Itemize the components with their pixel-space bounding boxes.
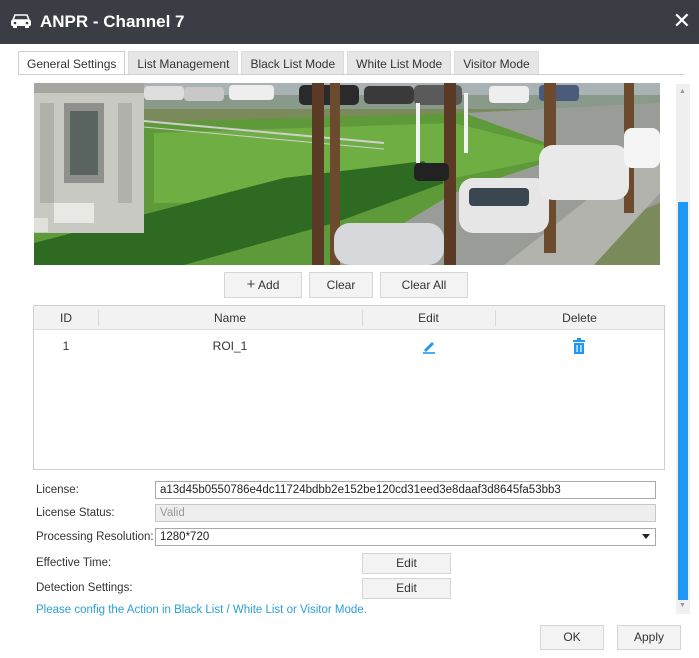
tab-visitor-mode[interactable]: Visitor Mode — [454, 51, 539, 75]
effective-time-label: Effective Time: — [36, 557, 112, 569]
tab-divider — [18, 74, 684, 75]
car-icon — [11, 14, 31, 28]
camera-preview[interactable] — [34, 83, 660, 265]
detection-settings-label: Detection Settings: — [36, 582, 133, 594]
license-field[interactable]: a13d45b0550786e4dc11724bdbb2e152be120cd3… — [155, 481, 656, 499]
add-roi-button[interactable]: + Add — [224, 272, 302, 298]
clear-roi-button[interactable]: Clear — [309, 272, 373, 298]
roi-table: ID Name Edit Delete 1 ROI_1 — [33, 305, 665, 470]
table-row: 1 ROI_1 — [34, 334, 664, 358]
apply-button[interactable]: Apply — [617, 625, 681, 650]
roi-id: 1 — [62, 339, 70, 353]
scrollbar[interactable]: ▲ ▼ — [676, 84, 690, 614]
column-header-edit: Edit — [418, 311, 439, 325]
trash-icon[interactable] — [573, 338, 585, 354]
tab-black-list-mode[interactable]: Black List Mode — [241, 51, 345, 75]
add-roi-label: Add — [258, 278, 280, 292]
detection-settings-edit-button[interactable]: Edit — [362, 578, 451, 599]
ok-button[interactable]: OK — [540, 625, 604, 650]
close-icon[interactable]: ✕ — [673, 9, 691, 33]
scroll-down-icon[interactable]: ▼ — [679, 602, 686, 609]
plus-icon: + — [246, 276, 256, 293]
column-header-name: Name — [213, 311, 246, 325]
license-label: License: — [36, 484, 79, 496]
tab-bar: General Settings List Management Black L… — [18, 51, 542, 75]
clear-all-roi-button[interactable]: Clear All — [380, 272, 468, 298]
tab-white-list-mode[interactable]: White List Mode — [347, 51, 452, 75]
scrollbar-thumb[interactable] — [678, 202, 688, 600]
chevron-down-icon — [642, 534, 650, 539]
tab-general-settings[interactable]: General Settings — [18, 51, 126, 75]
window-titlebar: ANPR - Channel 7 ✕ — [0, 0, 699, 44]
camera-preview-image — [34, 83, 660, 265]
tab-list-management[interactable]: List Management — [128, 51, 239, 75]
column-header-delete: Delete — [562, 311, 597, 325]
pencil-icon[interactable] — [422, 338, 436, 354]
config-note: Please config the Action in Black List /… — [36, 604, 367, 616]
window-title: ANPR - Channel 7 — [40, 12, 185, 31]
column-header-id: ID — [60, 311, 72, 325]
scroll-up-icon[interactable]: ▲ — [679, 88, 686, 95]
roi-name: ROI_1 — [212, 339, 248, 353]
effective-time-edit-button[interactable]: Edit — [362, 553, 451, 574]
license-status-field: Valid — [155, 504, 656, 522]
processing-resolution-label: Processing Resolution: — [36, 531, 154, 543]
license-status-label: License Status: — [36, 507, 115, 519]
processing-resolution-value: 1280*720 — [160, 531, 210, 543]
roi-table-header: ID Name Edit Delete — [34, 306, 664, 330]
processing-resolution-select[interactable]: 1280*720 — [155, 528, 656, 546]
